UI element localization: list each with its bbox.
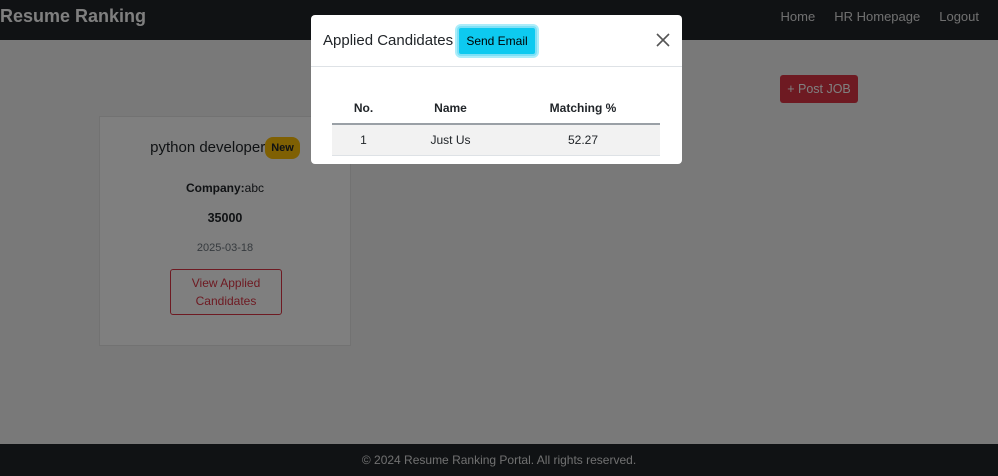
candidates-table: No. Name Matching % 1 Just Us 52.27: [332, 93, 660, 156]
cell-no: 1: [332, 124, 395, 156]
applied-candidates-modal: Applied Candidates Send Email No. Name M…: [311, 15, 682, 164]
column-header-name: Name: [395, 93, 506, 125]
modal-header: Applied Candidates Send Email: [311, 15, 682, 67]
modal-title: Applied Candidates: [323, 32, 454, 49]
table-header-row: No. Name Matching %: [332, 93, 660, 125]
table-row: 1 Just Us 52.27: [332, 124, 660, 156]
cell-matching: 52.27: [506, 124, 660, 156]
cell-name: Just Us: [395, 124, 506, 156]
column-header-no: No.: [332, 93, 395, 125]
send-email-button[interactable]: Send Email: [457, 26, 537, 56]
column-header-matching: Matching %: [506, 93, 660, 125]
close-icon[interactable]: [654, 31, 672, 49]
